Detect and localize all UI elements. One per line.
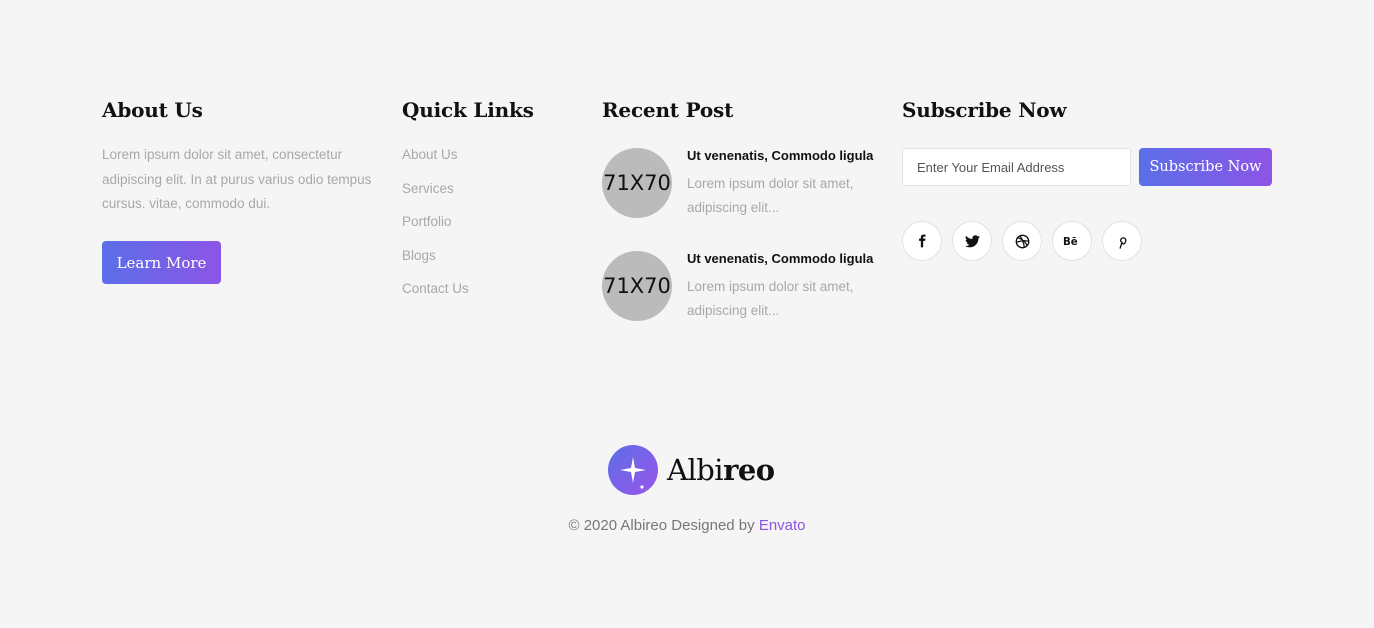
- copyright-text: © 2020 Albireo Designed by Envato: [0, 517, 1374, 534]
- brand-name: Albireo: [667, 453, 775, 487]
- dribbble-icon[interactable]: [1002, 221, 1042, 261]
- quick-link-about-us[interactable]: About Us: [402, 144, 469, 178]
- post-thumbnail[interactable]: 71X70: [602, 251, 672, 321]
- quick-link-blogs[interactable]: Blogs: [402, 245, 469, 279]
- twitter-icon[interactable]: [952, 221, 992, 261]
- recent-post-heading: Recent Post: [602, 98, 734, 122]
- learn-more-button[interactable]: Learn More: [102, 241, 221, 284]
- copyright-label: © 2020 Albireo Designed by: [568, 517, 755, 534]
- recent-post-item[interactable]: 71X70 Ut venenatis, Commodo ligula Lorem…: [602, 251, 882, 323]
- quick-link-services[interactable]: Services: [402, 178, 469, 212]
- social-links: Bē: [902, 221, 1142, 261]
- quick-links-heading: Quick Links: [402, 98, 534, 122]
- post-excerpt: Lorem ipsum dolor sit amet, adipiscing e…: [687, 279, 854, 318]
- behance-icon[interactable]: Bē: [1052, 221, 1092, 261]
- quick-link-portfolio[interactable]: Portfolio: [402, 211, 469, 245]
- post-title[interactable]: Ut venenatis, Commodo ligula: [687, 251, 873, 266]
- quick-links-list: About Us Services Portfolio Blogs Contac…: [402, 144, 469, 312]
- brand-logo[interactable]: Albireo: [608, 445, 775, 495]
- email-field[interactable]: [902, 148, 1131, 186]
- pinterest-icon[interactable]: [1102, 221, 1142, 261]
- post-excerpt: Lorem ipsum dolor sit amet, adipiscing e…: [687, 176, 854, 215]
- post-thumbnail[interactable]: 71X70: [602, 148, 672, 218]
- brand-name-bold: reo: [723, 453, 775, 487]
- envato-link[interactable]: Envato: [759, 517, 806, 534]
- about-text: Lorem ipsum dolor sit amet, consectetur …: [102, 147, 372, 211]
- subscribe-heading: Subscribe Now: [902, 98, 1067, 122]
- post-title[interactable]: Ut venenatis, Commodo ligula: [687, 148, 873, 163]
- recent-post-item[interactable]: 71X70 Ut venenatis, Commodo ligula Lorem…: [602, 148, 882, 220]
- subscribe-button[interactable]: Subscribe Now: [1139, 148, 1272, 186]
- quick-link-contact-us[interactable]: Contact Us: [402, 278, 469, 312]
- star-icon: [608, 445, 658, 495]
- about-heading: About Us: [102, 98, 203, 122]
- svg-text:Bē: Bē: [1063, 237, 1078, 247]
- brand-name-light: Albi: [667, 453, 724, 487]
- facebook-icon[interactable]: [902, 221, 942, 261]
